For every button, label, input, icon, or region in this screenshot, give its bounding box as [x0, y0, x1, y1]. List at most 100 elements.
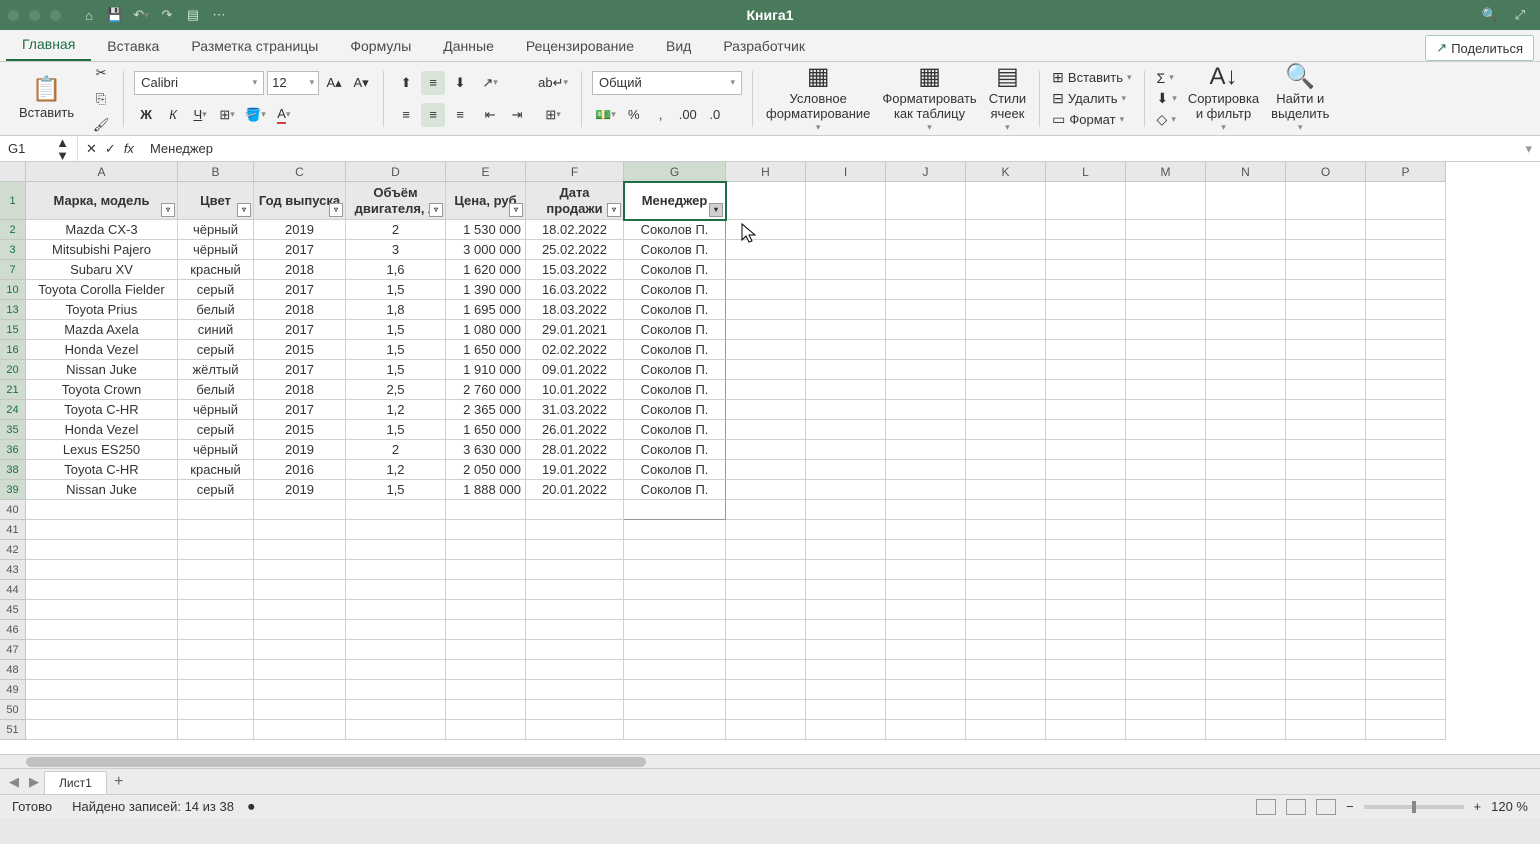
- cell[interactable]: [1286, 220, 1366, 240]
- decrease-decimal-button[interactable]: .0: [703, 103, 727, 127]
- cell[interactable]: [1206, 182, 1286, 220]
- cell[interactable]: [1366, 580, 1446, 600]
- scrollbar-thumb[interactable]: [26, 757, 646, 767]
- cell[interactable]: [966, 440, 1046, 460]
- cell[interactable]: красный: [178, 260, 254, 280]
- wrap-text-button[interactable]: ab↵▾: [535, 71, 571, 95]
- font-size-selector[interactable]: 12▾: [267, 71, 319, 95]
- cell[interactable]: 28.01.2022: [526, 440, 624, 460]
- cell[interactable]: [966, 680, 1046, 700]
- cell[interactable]: 1 910 000: [446, 360, 526, 380]
- cell[interactable]: [178, 680, 254, 700]
- cell[interactable]: [1046, 420, 1126, 440]
- cell[interactable]: [1126, 640, 1206, 660]
- cell[interactable]: [624, 560, 726, 580]
- cell[interactable]: [526, 720, 624, 740]
- sheet-tab[interactable]: Лист1: [44, 771, 107, 794]
- cell[interactable]: [1046, 280, 1126, 300]
- column-header-O[interactable]: O: [1286, 162, 1366, 182]
- cell[interactable]: [806, 220, 886, 240]
- cell[interactable]: [1206, 620, 1286, 640]
- cell[interactable]: [1206, 300, 1286, 320]
- cell[interactable]: [806, 720, 886, 740]
- row-header[interactable]: 20: [0, 360, 26, 380]
- cell[interactable]: [446, 520, 526, 540]
- cell[interactable]: 1,6: [346, 260, 446, 280]
- cell[interactable]: [26, 720, 178, 740]
- cell[interactable]: [886, 400, 966, 420]
- cell[interactable]: [806, 340, 886, 360]
- cell[interactable]: [1366, 380, 1446, 400]
- cell[interactable]: [966, 620, 1046, 640]
- tab-insert[interactable]: Вставка: [91, 31, 175, 61]
- cell[interactable]: 31.03.2022: [526, 400, 624, 420]
- cell[interactable]: [886, 220, 966, 240]
- row-header[interactable]: 51: [0, 720, 26, 740]
- cell[interactable]: Mitsubishi Pajero: [26, 240, 178, 260]
- cell[interactable]: [446, 640, 526, 660]
- cell[interactable]: 1 695 000: [446, 300, 526, 320]
- cell[interactable]: [1046, 440, 1126, 460]
- cell[interactable]: [1046, 660, 1126, 680]
- cell[interactable]: [178, 560, 254, 580]
- column-header-D[interactable]: D: [346, 162, 446, 182]
- cell[interactable]: [1046, 220, 1126, 240]
- tab-view[interactable]: Вид: [650, 31, 707, 61]
- cell[interactable]: [1366, 300, 1446, 320]
- cell[interactable]: [886, 280, 966, 300]
- cell[interactable]: [1206, 520, 1286, 540]
- cell[interactable]: [1286, 700, 1366, 720]
- cell[interactable]: [1206, 660, 1286, 680]
- row-header[interactable]: 48: [0, 660, 26, 680]
- add-sheet-button[interactable]: +: [107, 770, 131, 794]
- cell[interactable]: [886, 380, 966, 400]
- undo-icon[interactable]: ↶▾: [131, 5, 151, 25]
- template-icon[interactable]: ▤: [183, 5, 203, 25]
- cell[interactable]: 2015: [254, 420, 346, 440]
- cell[interactable]: [1366, 680, 1446, 700]
- cell[interactable]: [526, 580, 624, 600]
- cell[interactable]: [806, 600, 886, 620]
- cell[interactable]: [1126, 660, 1206, 680]
- cell[interactable]: [526, 640, 624, 660]
- cell[interactable]: [1126, 380, 1206, 400]
- fill-color-button[interactable]: 🪣▾: [242, 103, 269, 127]
- cell[interactable]: [1126, 360, 1206, 380]
- page-break-view-button[interactable]: [1316, 799, 1336, 815]
- cell[interactable]: [1046, 260, 1126, 280]
- cell[interactable]: 2019: [254, 480, 346, 500]
- cell[interactable]: [886, 700, 966, 720]
- normal-view-button[interactable]: [1256, 799, 1276, 815]
- cell[interactable]: Nissan Juke: [26, 480, 178, 500]
- align-top-button[interactable]: ⬆: [394, 71, 418, 95]
- cell[interactable]: [1206, 400, 1286, 420]
- clear-button[interactable]: ◇▾: [1155, 110, 1179, 129]
- cell[interactable]: [446, 600, 526, 620]
- cell[interactable]: [1126, 240, 1206, 260]
- cell[interactable]: чёрный: [178, 220, 254, 240]
- cell[interactable]: [726, 720, 806, 740]
- bold-button[interactable]: Ж: [134, 103, 158, 127]
- cell[interactable]: [726, 540, 806, 560]
- cell[interactable]: серый: [178, 480, 254, 500]
- cell[interactable]: [1366, 182, 1446, 220]
- cell[interactable]: 2015: [254, 340, 346, 360]
- cell[interactable]: [886, 460, 966, 480]
- cell[interactable]: 3 630 000: [446, 440, 526, 460]
- cell[interactable]: Toyota C-HR: [26, 400, 178, 420]
- cell[interactable]: Цвет▿: [178, 182, 254, 220]
- cell[interactable]: [1206, 240, 1286, 260]
- cell[interactable]: [726, 380, 806, 400]
- cell[interactable]: [26, 600, 178, 620]
- window-maximize-button[interactable]: [50, 10, 61, 21]
- cell[interactable]: [1366, 560, 1446, 580]
- row-header[interactable]: 36: [0, 440, 26, 460]
- cell[interactable]: 2 760 000: [446, 380, 526, 400]
- cell[interactable]: [726, 360, 806, 380]
- cell[interactable]: [526, 660, 624, 680]
- zoom-slider[interactable]: [1364, 805, 1464, 809]
- merge-button[interactable]: ⊞▾: [535, 103, 571, 127]
- row-header[interactable]: 44: [0, 580, 26, 600]
- cell[interactable]: [1126, 540, 1206, 560]
- cell[interactable]: [254, 700, 346, 720]
